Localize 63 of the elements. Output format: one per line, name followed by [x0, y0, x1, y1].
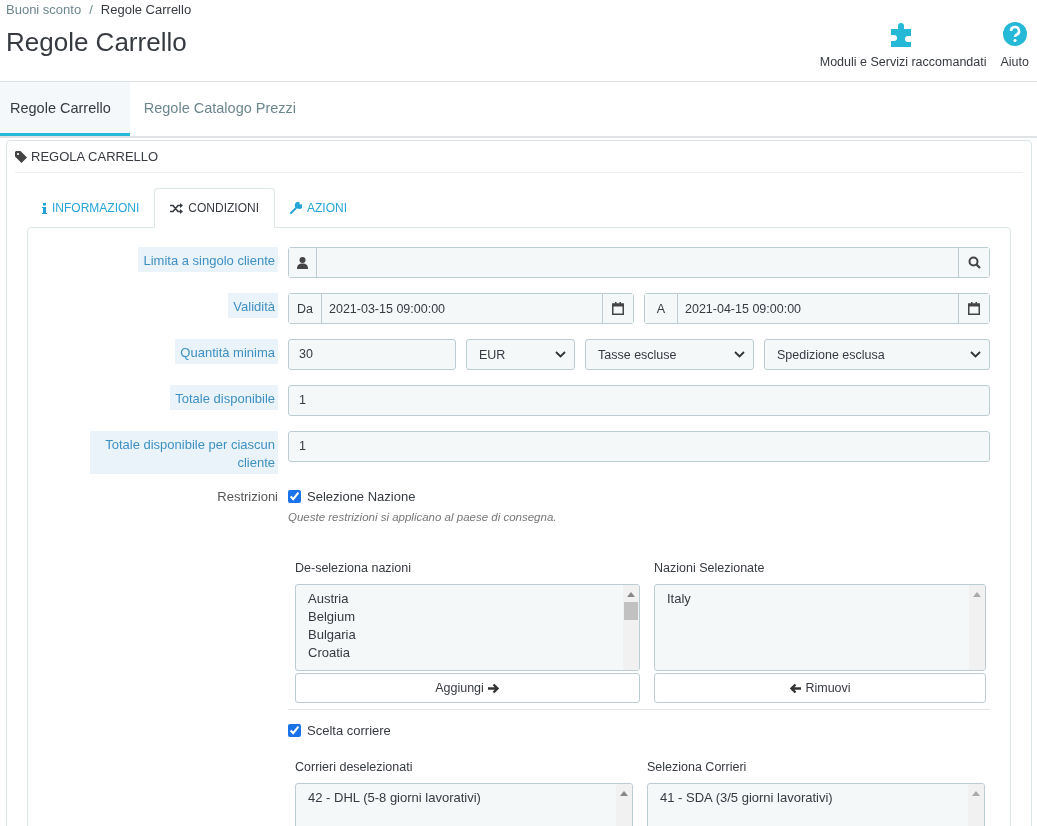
remove-button[interactable]: Rimuovi [654, 673, 986, 703]
toolbar-button[interactable]: Moduli e Servizi raccomandati [819, 21, 987, 69]
breadcrumb-current: Regole Carrello [100, 2, 192, 17]
info-icon [42, 202, 47, 214]
list-item[interactable]: 41 - SDA (3/5 giorni lavorativi) [660, 789, 956, 807]
calendar-icon [968, 302, 980, 315]
breadcrumb-link[interactable]: Buoni sconto [6, 2, 82, 17]
arrow-left-icon [789, 682, 802, 694]
field-label: Limita a singolo cliente [138, 247, 278, 272]
shuffle-icon [170, 202, 184, 214]
field-label: Totale disponibile [170, 385, 278, 410]
field-label: Totale disponibile per ciascun cliente [90, 431, 278, 474]
chevron-down-icon [970, 351, 981, 358]
checkbox[interactable] [288, 724, 301, 737]
list-title: Nazioni Selezionate [654, 561, 766, 575]
page-tab[interactable]: Regole Carrello [0, 82, 130, 136]
list-box[interactable]: 42 - DHL (5-8 giorni lavorativi) [295, 783, 633, 826]
list-item[interactable]: Bulgaria [308, 626, 611, 644]
toolbar-button[interactable]: Aiuto [1000, 21, 1029, 69]
list-title: Corrieri deselezionati [295, 760, 414, 774]
form-tab[interactable]: CONDIZIONI [154, 188, 275, 228]
page-title: Regole Carrello [6, 27, 188, 58]
chevron-down-icon [734, 351, 745, 358]
field-label: Restrizioni [217, 489, 278, 504]
list-item[interactable]: Belgium [308, 608, 611, 626]
checkbox[interactable] [288, 490, 301, 503]
list-title: Seleziona Corrieri [647, 760, 748, 774]
add-button[interactable]: Aggiungi [295, 673, 640, 703]
per-customer-field[interactable]: 1 [288, 431, 990, 462]
scrollbar[interactable] [623, 585, 639, 670]
search-icon [967, 256, 981, 269]
scrollbar[interactable] [969, 585, 985, 670]
date-field[interactable]: A 2021-04-15 09:00:00 [644, 293, 990, 324]
field-label: Validità [228, 293, 278, 318]
list-item[interactable]: Croatia [308, 644, 611, 662]
arrow-right-icon [487, 682, 500, 694]
user-icon [297, 256, 308, 269]
list-title: De-seleziona nazioni [295, 561, 413, 575]
hint-text: Queste restrizioni si applicano al paese di consegna. [288, 511, 558, 523]
list-box[interactable]: Austria Belgium Bulgaria Croatia [295, 584, 640, 671]
list-item[interactable]: 42 - DHL (5-8 giorni lavorativi) [308, 789, 604, 807]
help-icon [1001, 21, 1028, 47]
breadcrumb-separator: / [89, 2, 93, 17]
tag-icon [15, 150, 27, 163]
shipping-select[interactable]: Spedizione esclusa [764, 339, 990, 370]
list-item[interactable]: Italy [667, 590, 957, 608]
page-tab[interactable]: Regole Catalogo Prezzi [133, 82, 317, 136]
currency-select[interactable]: EUR [466, 339, 575, 370]
list-item[interactable]: Austria [308, 590, 611, 608]
panel-title: REGOLA CARRELLO [31, 149, 159, 164]
calendar-icon [612, 302, 624, 315]
list-box[interactable]: Italy [654, 584, 986, 671]
wrench-icon [290, 202, 302, 214]
checkbox-label: Selezione Nazione [307, 489, 416, 504]
field-label: Quantità minima [175, 339, 278, 364]
list-box[interactable]: 41 - SDA (3/5 giorni lavorativi) [647, 783, 985, 826]
tax-select[interactable]: Tasse escluse [585, 339, 754, 370]
chevron-down-icon [555, 351, 566, 358]
checkbox-label: Scelta corriere [307, 723, 391, 738]
date-field[interactable]: Da 2021-03-15 09:00:00 [288, 293, 634, 324]
customer-search-field[interactable] [288, 247, 990, 278]
total-field[interactable]: 1 [288, 385, 990, 416]
amount-field[interactable]: 30 [288, 339, 456, 370]
